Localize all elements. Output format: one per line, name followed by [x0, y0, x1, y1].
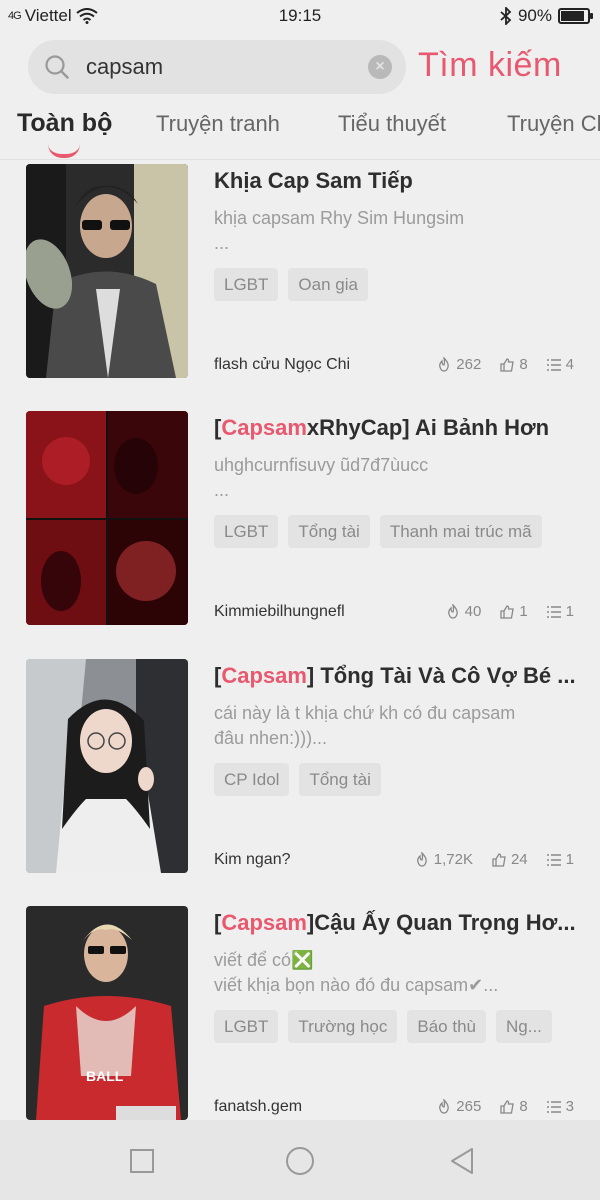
status-bar: 4G Viettel 19:15 90% [0, 0, 600, 32]
views-icon [447, 603, 458, 619]
result-item[interactable]: [Capsam] Tổng Tài Và Cô Vợ Bé ... cái nà… [0, 655, 600, 902]
category-tabs: Toàn bộ Truyện tranh Tiểu thuyết Truyện … [0, 105, 600, 160]
story-author: Kim ngan? [214, 851, 291, 868]
like-icon [500, 1099, 515, 1114]
results-list: Khịa Cap Sam Tiếp khịa capsam Rhy Sim Hu… [0, 160, 600, 1120]
story-author: flash cửu Ngọc Chi [214, 356, 351, 373]
result-item[interactable]: Khịa Cap Sam Tiếp khịa capsam Rhy Sim Hu… [0, 160, 600, 407]
tab-more[interactable]: Truyện Ch [507, 111, 600, 137]
story-description: khịa capsam Rhy Sim Hungsim ... [214, 208, 465, 253]
tag[interactable]: Tổng tài [299, 763, 381, 796]
story-stats: 40 1 1 [445, 603, 574, 620]
battery-percent: 90% [517, 6, 552, 25]
story-title[interactable]: [CapsamxRhyCap] Ai Bảnh Hơn [214, 415, 584, 441]
story-tags: LGBT Oan gia [214, 268, 368, 301]
tag[interactable]: Báo thù [407, 1010, 486, 1043]
story-author: fanatsh.gem [214, 1098, 303, 1115]
chapters-count: 1 [565, 851, 574, 868]
recent-apps-button[interactable] [126, 1145, 158, 1177]
tag[interactable]: Ng... [496, 1010, 552, 1043]
svg-text:BALL: BALL [86, 1068, 124, 1084]
views-icon [439, 356, 450, 372]
tag[interactable]: Oan gia [288, 268, 368, 301]
like-icon [500, 357, 515, 372]
home-button[interactable] [284, 1145, 316, 1177]
chapters-icon [546, 358, 561, 371]
tag[interactable]: CP Idol [214, 763, 290, 796]
result-item[interactable]: BALL [Capsam]Cậu Ấy Quan Trọng Hơ... viế… [0, 902, 600, 1120]
story-description: uhghcurnfisuvy ũd7đ7ùucc ... [214, 455, 429, 500]
chapters-icon [546, 1100, 561, 1113]
story-tags: CP Idol Tổng tài [214, 763, 381, 796]
story-title[interactable]: Khịa Cap Sam Tiếp [214, 168, 584, 194]
search-icon [45, 55, 69, 79]
views-count: 265 [456, 1098, 482, 1115]
story-stats: 262 8 4 [436, 356, 574, 373]
likes-count: 8 [519, 356, 528, 373]
tab-comics[interactable]: Truyện tranh [156, 111, 280, 137]
views-icon [416, 851, 427, 867]
story-stats: 1,72K 24 1 [414, 851, 574, 868]
status-right: 90% [500, 6, 593, 26]
views-count: 40 [464, 603, 482, 620]
chapters-icon [546, 853, 561, 866]
chapters-count: 1 [565, 603, 574, 620]
battery-icon [558, 8, 593, 24]
search-input[interactable] [86, 40, 366, 94]
story-tags: LGBT Trường học Báo thù Ng... [214, 1010, 552, 1043]
views-icon [439, 1098, 450, 1114]
active-tab-indicator [48, 144, 80, 158]
search-row: × Tìm kiếm [0, 40, 600, 96]
story-stats: 265 8 3 [436, 1098, 574, 1115]
story-title[interactable]: [Capsam] Tổng Tài Và Cô Vợ Bé ... [214, 663, 584, 689]
chapters-count: 3 [565, 1098, 574, 1115]
views-count: 1,72K [433, 851, 473, 868]
bluetooth-icon [500, 7, 512, 25]
tag[interactable]: LGBT [214, 1010, 279, 1043]
story-cover[interactable] [26, 164, 188, 378]
tag[interactable]: LGBT [214, 515, 279, 548]
likes-count: 8 [519, 1098, 528, 1115]
story-cover[interactable] [26, 411, 188, 625]
like-icon [500, 604, 515, 619]
story-cover[interactable]: BALL [26, 906, 188, 1120]
tag[interactable]: Thanh mai trúc mã [379, 515, 542, 548]
likes-count: 1 [519, 603, 528, 620]
tag[interactable]: Tổng tài [288, 515, 370, 548]
story-author: Kimmiebilhungnefl [214, 603, 345, 620]
tab-all[interactable]: Toàn bộ [17, 109, 112, 138]
search-box[interactable]: × [28, 40, 406, 94]
story-title[interactable]: [Capsam]Cậu Ấy Quan Trọng Hơ... [214, 910, 584, 936]
story-description: cái này là t khịa chứ kh có đu capsam đâ… [214, 703, 516, 748]
search-button[interactable]: Tìm kiếm [418, 46, 562, 85]
back-button[interactable] [446, 1145, 478, 1177]
story-tags: LGBT Tổng tài Thanh mai trúc mã [214, 515, 542, 548]
views-count: 262 [456, 356, 482, 373]
chapters-count: 4 [565, 356, 574, 373]
result-item[interactable]: [CapsamxRhyCap] Ai Bảnh Hơn uhghcurnfisu… [0, 407, 600, 654]
chapters-icon [546, 605, 561, 618]
system-navigation-bar [0, 1120, 600, 1200]
tag[interactable]: LGBT [214, 268, 279, 301]
tag[interactable]: Trường học [288, 1010, 398, 1043]
clear-icon[interactable]: × [368, 55, 392, 79]
like-icon [492, 852, 506, 867]
likes-count: 24 [510, 851, 528, 868]
story-cover[interactable] [26, 659, 188, 873]
story-description: viết để có❎ viết khịa bọn nào đó đu caps… [214, 950, 499, 995]
tab-novels[interactable]: Tiểu thuyết [338, 111, 446, 137]
